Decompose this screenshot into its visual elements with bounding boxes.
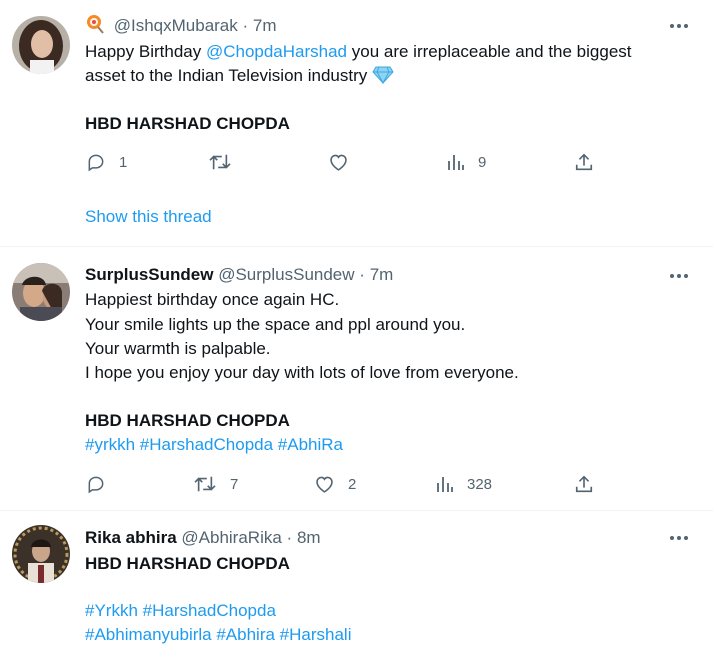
avatar[interactable]	[12, 263, 70, 321]
tweet-header: Rika abhira @AbhiraRika · 8m	[85, 527, 321, 549]
more-button[interactable]	[667, 16, 691, 36]
retweet-button[interactable]	[208, 152, 232, 172]
author-handle[interactable]: @SurplusSundew	[218, 265, 354, 284]
more-button[interactable]	[667, 528, 691, 548]
gem-icon	[372, 66, 394, 91]
separator-dot: ·	[359, 265, 365, 284]
tweet-1[interactable]: @IshqxMubarak · 7m Happy Birthday @Chopd…	[0, 0, 713, 246]
more-icon	[670, 274, 688, 278]
share-button[interactable]	[574, 474, 594, 494]
tweet-time[interactable]: 7m	[253, 16, 277, 35]
mention-link[interactable]: @ChopdaHarshad	[206, 42, 347, 61]
tweet-text-line: Your smile lights up the space and ppl a…	[85, 315, 466, 334]
views-count: 9	[478, 153, 487, 171]
tweet-bold-line: HBD HARSHAD CHOPDA	[85, 114, 290, 133]
separator-dot: ·	[242, 16, 249, 35]
avatar[interactable]	[12, 525, 70, 583]
hashtags-line[interactable]: #Yrkkh #HarshadChopda	[85, 599, 276, 623]
reply-count: 1	[119, 153, 128, 171]
lollipop-icon	[85, 14, 105, 40]
author-name[interactable]: Rika abhira	[85, 528, 177, 547]
reply-button[interactable]	[86, 474, 106, 494]
hashtags-line[interactable]: #yrkkh #HarshadChopda #AbhiRa	[85, 433, 343, 457]
views-icon	[437, 477, 453, 492]
views-button[interactable]: 328	[436, 474, 492, 494]
author-name[interactable]: SurplusSundew	[85, 265, 213, 284]
share-icon	[575, 475, 593, 493]
tweet-3[interactable]: Rika abhira @AbhiraRika · 8m HBD HARSHAD…	[0, 511, 713, 667]
hashtags-line[interactable]: #Abhimanyubirla #Abhira #Harshali	[85, 623, 351, 647]
tweet-header: SurplusSundew @SurplusSundew · 7m	[85, 264, 393, 286]
retweet-icon	[194, 476, 216, 492]
tweet-bold-line: HBD HARSHAD CHOPDA	[85, 411, 290, 430]
share-button[interactable]	[574, 152, 594, 172]
tweet-text-line: Your warmth is palpable.	[85, 339, 271, 358]
avatar[interactable]	[12, 16, 70, 74]
author-handle[interactable]: @IshqxMubarak	[114, 16, 238, 35]
like-button[interactable]: 2	[314, 474, 356, 494]
more-icon	[670, 536, 688, 540]
tweet-header: @IshqxMubarak · 7m	[85, 14, 277, 40]
retweet-count: 7	[230, 475, 239, 493]
share-icon	[575, 153, 593, 171]
like-icon	[316, 476, 333, 493]
like-count: 2	[348, 475, 357, 493]
like-button[interactable]	[328, 152, 349, 172]
retweet-icon	[209, 154, 231, 170]
separator-dot: ·	[286, 528, 293, 547]
author-handle[interactable]: @AbhiraRika	[181, 528, 281, 547]
like-icon	[330, 154, 347, 171]
show-thread-link[interactable]: Show this thread	[85, 207, 212, 227]
tweet-text: Happy Birthday	[85, 42, 206, 61]
tweet-text-line: Happiest birthday once again HC.	[85, 290, 340, 309]
tweet-time[interactable]: 8m	[297, 528, 321, 547]
retweet-button[interactable]: 7	[193, 474, 238, 494]
tweet-text-line: I hope you enjoy your day with lots of l…	[85, 363, 519, 382]
reply-icon	[88, 476, 104, 494]
tweet-text-line: asset to the Indian Television industry	[85, 64, 394, 91]
tweet-text: asset to the Indian Television industry	[85, 66, 368, 85]
views-count: 328	[467, 475, 493, 493]
views-button[interactable]: 9	[447, 152, 486, 172]
tweet-time[interactable]: 7m	[370, 265, 394, 284]
tweet-text-line: Happy Birthday @ChopdaHarshad you are ir…	[85, 40, 632, 64]
reply-icon	[88, 154, 104, 172]
more-icon	[670, 24, 688, 28]
more-button[interactable]	[667, 266, 691, 286]
tweet-text: you are irreplaceable and the biggest	[347, 42, 632, 61]
views-icon	[448, 155, 464, 170]
reply-button[interactable]: 1	[86, 152, 127, 172]
tweet-bold-line: HBD HARSHAD CHOPDA	[85, 554, 290, 573]
tweet-2[interactable]: SurplusSundew @SurplusSundew · 7m Happie…	[0, 247, 713, 510]
